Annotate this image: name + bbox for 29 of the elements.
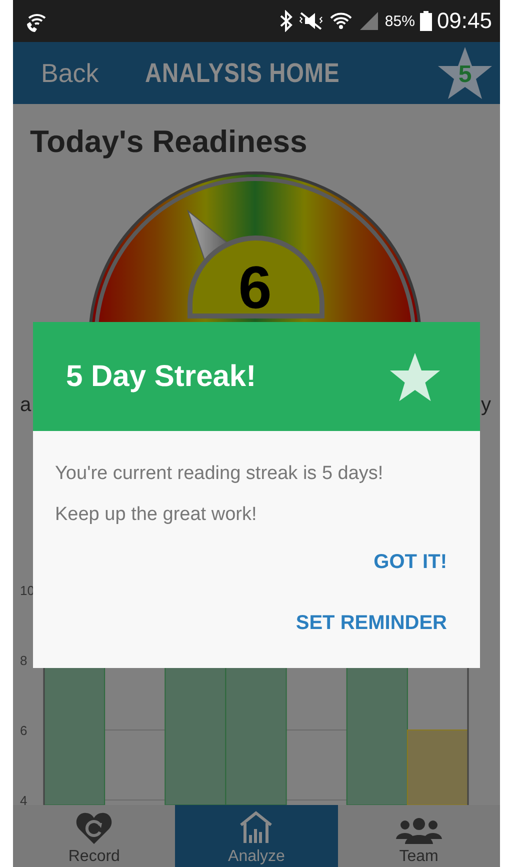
dialog-button[interactable]: SET REMINDER — [296, 606, 447, 641]
axis-label: 6 — [20, 723, 28, 738]
axis-label: 8 — [20, 653, 28, 668]
signal-icon — [358, 10, 380, 32]
house-chart-icon — [238, 811, 274, 845]
back-link[interactable]: Back — [41, 58, 99, 88]
mute-icon — [298, 10, 324, 32]
nav-tab[interactable]: Team — [338, 805, 500, 867]
heart-icon — [75, 811, 114, 845]
nav-tab[interactable]: Analyze — [175, 805, 338, 867]
axis-label: 4 — [20, 793, 28, 805]
page-title: ANALYSIS HOME — [144, 58, 340, 88]
clock-time: 09:45 — [436, 8, 492, 34]
star-icon — [388, 350, 442, 402]
battery-percent: 85% — [384, 12, 415, 30]
dialog-title: 5 Day Streak! — [66, 360, 256, 394]
bluetooth-icon — [278, 10, 293, 32]
people-icon — [396, 817, 442, 845]
dialog-message: You're current reading streak is 5 days! — [55, 462, 384, 486]
gauge-label: y — [481, 394, 491, 417]
streak-badge[interactable]: 5 — [436, 45, 494, 101]
dialog-message: Keep up the great work! — [55, 503, 258, 527]
readiness-score: 6 — [238, 254, 272, 321]
battery-icon — [420, 10, 432, 32]
dialog-button[interactable]: GOT IT! — [374, 545, 447, 580]
nav-tab[interactable]: Record — [13, 805, 176, 867]
wifi-icon — [328, 10, 353, 32]
gauge-label: a — [20, 394, 32, 417]
section-title: Today's Readiness — [30, 124, 308, 160]
